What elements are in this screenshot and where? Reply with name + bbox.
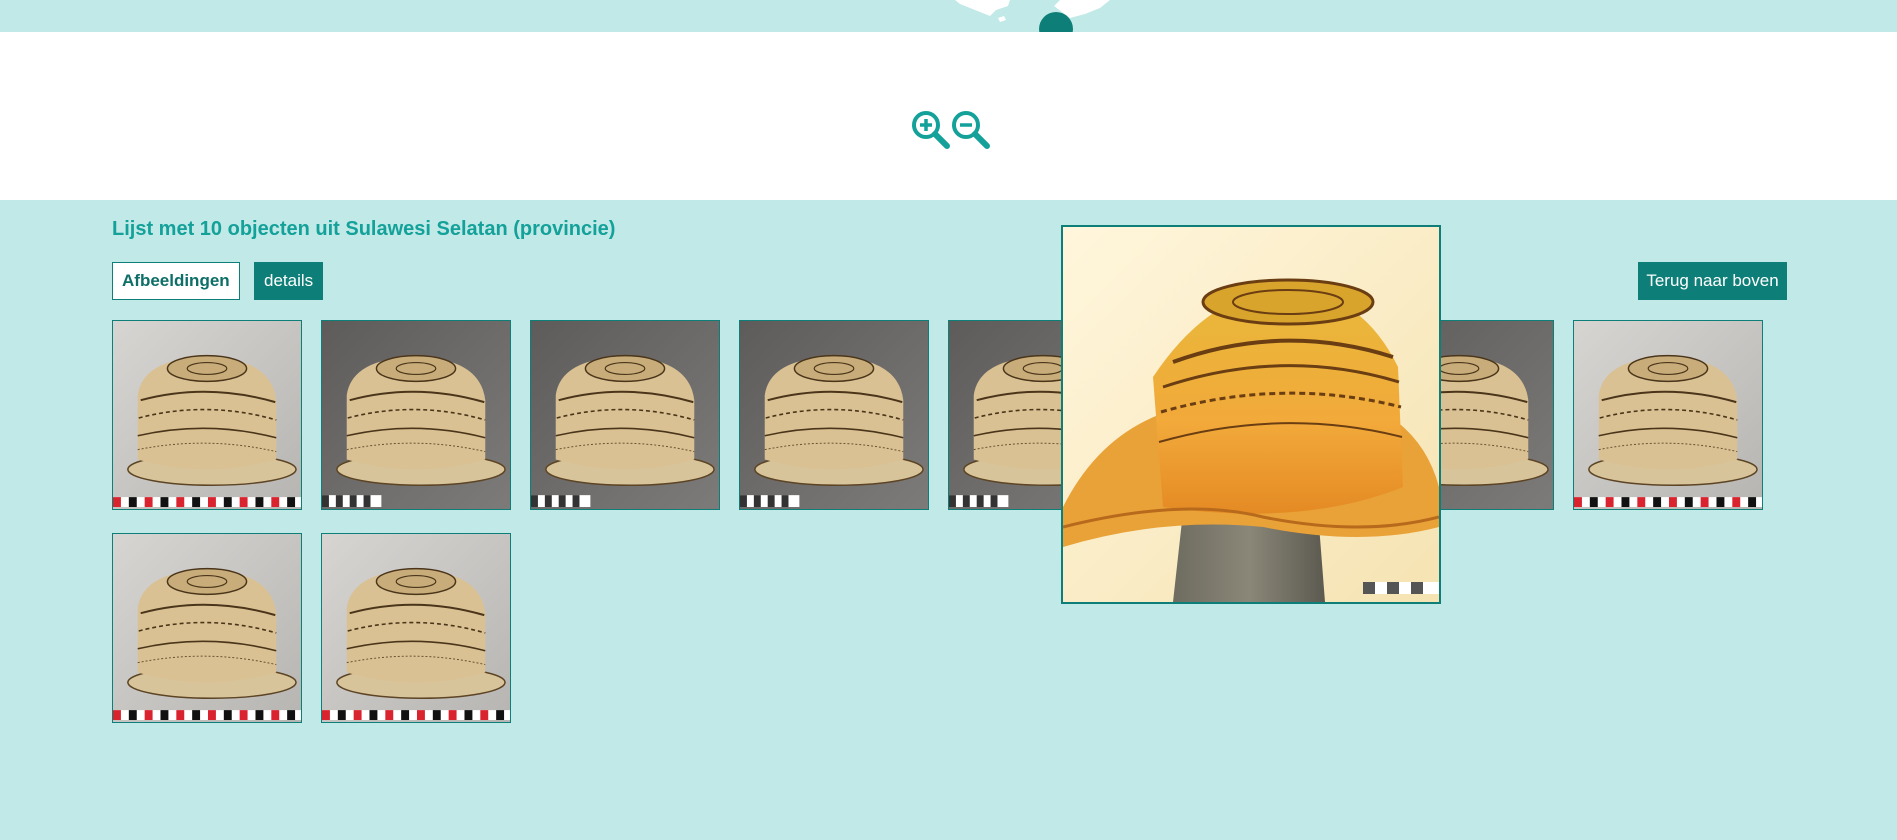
- back-to-top-button[interactable]: Terug naar boven: [1638, 262, 1787, 300]
- details-view-button[interactable]: details: [254, 262, 324, 300]
- map-land-shape: [955, 0, 1110, 22]
- woven-hat-image: [113, 321, 301, 509]
- thumbnail-item[interactable]: [112, 533, 302, 723]
- woven-hat-image: [322, 534, 510, 722]
- thumbnail-item[interactable]: [530, 320, 720, 510]
- list-title: Lijst met 10 objecten uit Sulawesi Selat…: [112, 218, 616, 240]
- woven-hat-image: [531, 321, 719, 509]
- woven-hat-image: [113, 534, 301, 722]
- thumbnail-item[interactable]: [1573, 320, 1763, 510]
- thumbnail-item[interactable]: [112, 320, 302, 510]
- thumbnail-item[interactable]: [739, 320, 929, 510]
- thumbnail-item[interactable]: [321, 320, 511, 510]
- thumbnail-item[interactable]: [321, 533, 511, 723]
- zoom-out-icon[interactable]: [950, 109, 990, 149]
- woven-hat-enlarged-image: [1063, 227, 1439, 602]
- image-preview-popup[interactable]: [1061, 225, 1441, 604]
- map-panel[interactable]: [0, 32, 1897, 200]
- map-strip: [0, 0, 1897, 46]
- woven-hat-image: [322, 321, 510, 509]
- images-view-button[interactable]: Afbeeldingen: [112, 262, 240, 300]
- zoom-in-icon[interactable]: [910, 109, 950, 149]
- woven-hat-image: [1574, 321, 1762, 509]
- woven-hat-image: [740, 321, 928, 509]
